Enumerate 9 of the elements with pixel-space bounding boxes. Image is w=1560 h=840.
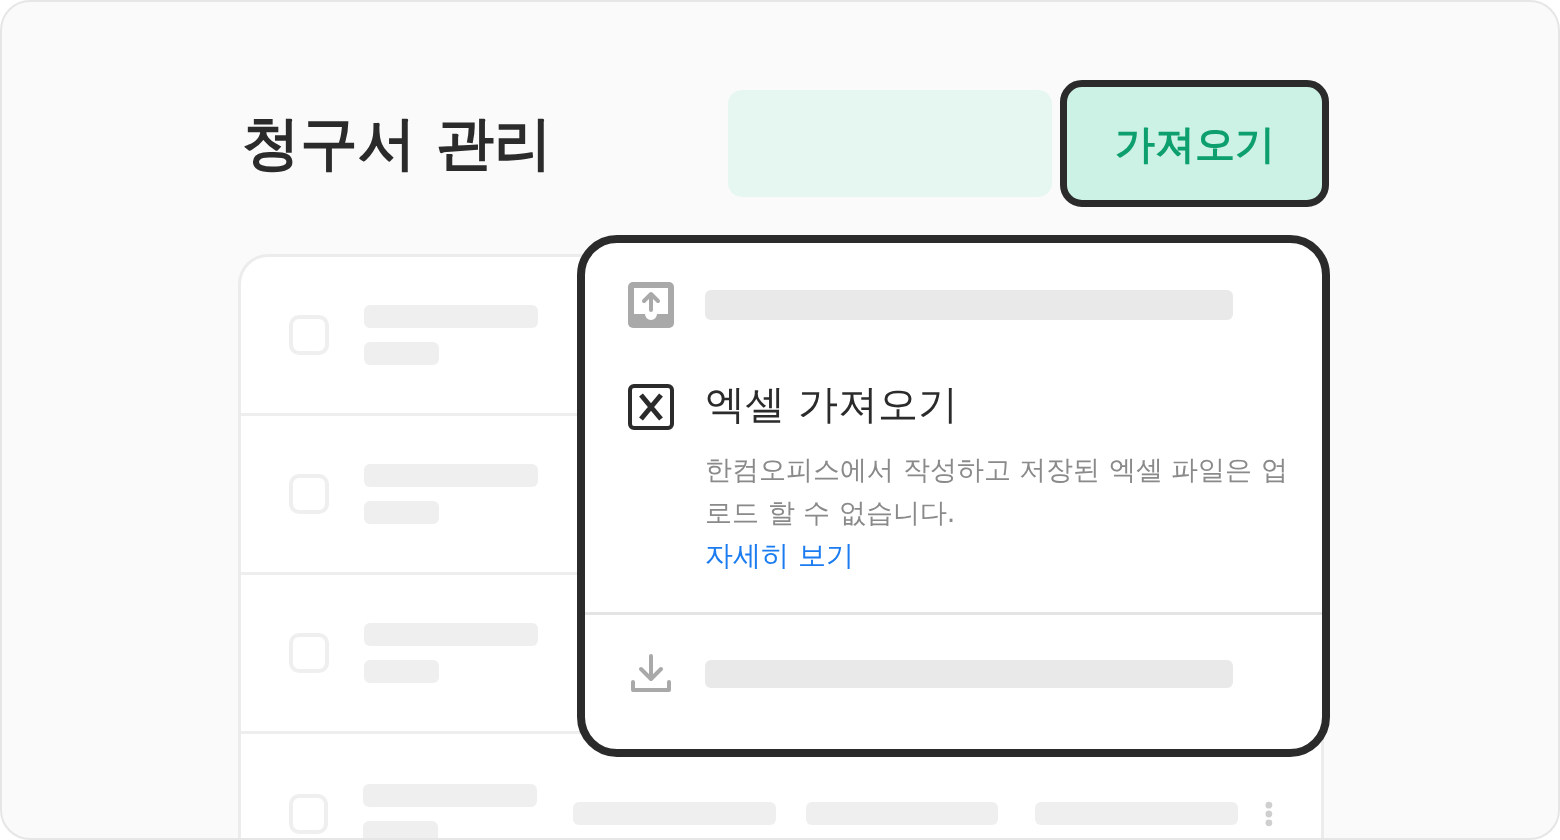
more-icon[interactable] [1265, 800, 1273, 827]
upload-icon [628, 282, 674, 328]
option-title[interactable]: 엑셀 가져오기 [705, 382, 1290, 426]
download-icon [630, 654, 672, 694]
option-description: 한컴오피스에서 작성하고 저장된 엑셀 파일은 업로드 할 수 없습니다. [705, 453, 1289, 530]
page-title: 청구서 관리 [242, 108, 554, 179]
import-button[interactable]: 가져오기 [1060, 80, 1329, 207]
details-link[interactable]: 자세히 보기 [705, 536, 854, 576]
spreadsheet-icon [628, 384, 674, 430]
